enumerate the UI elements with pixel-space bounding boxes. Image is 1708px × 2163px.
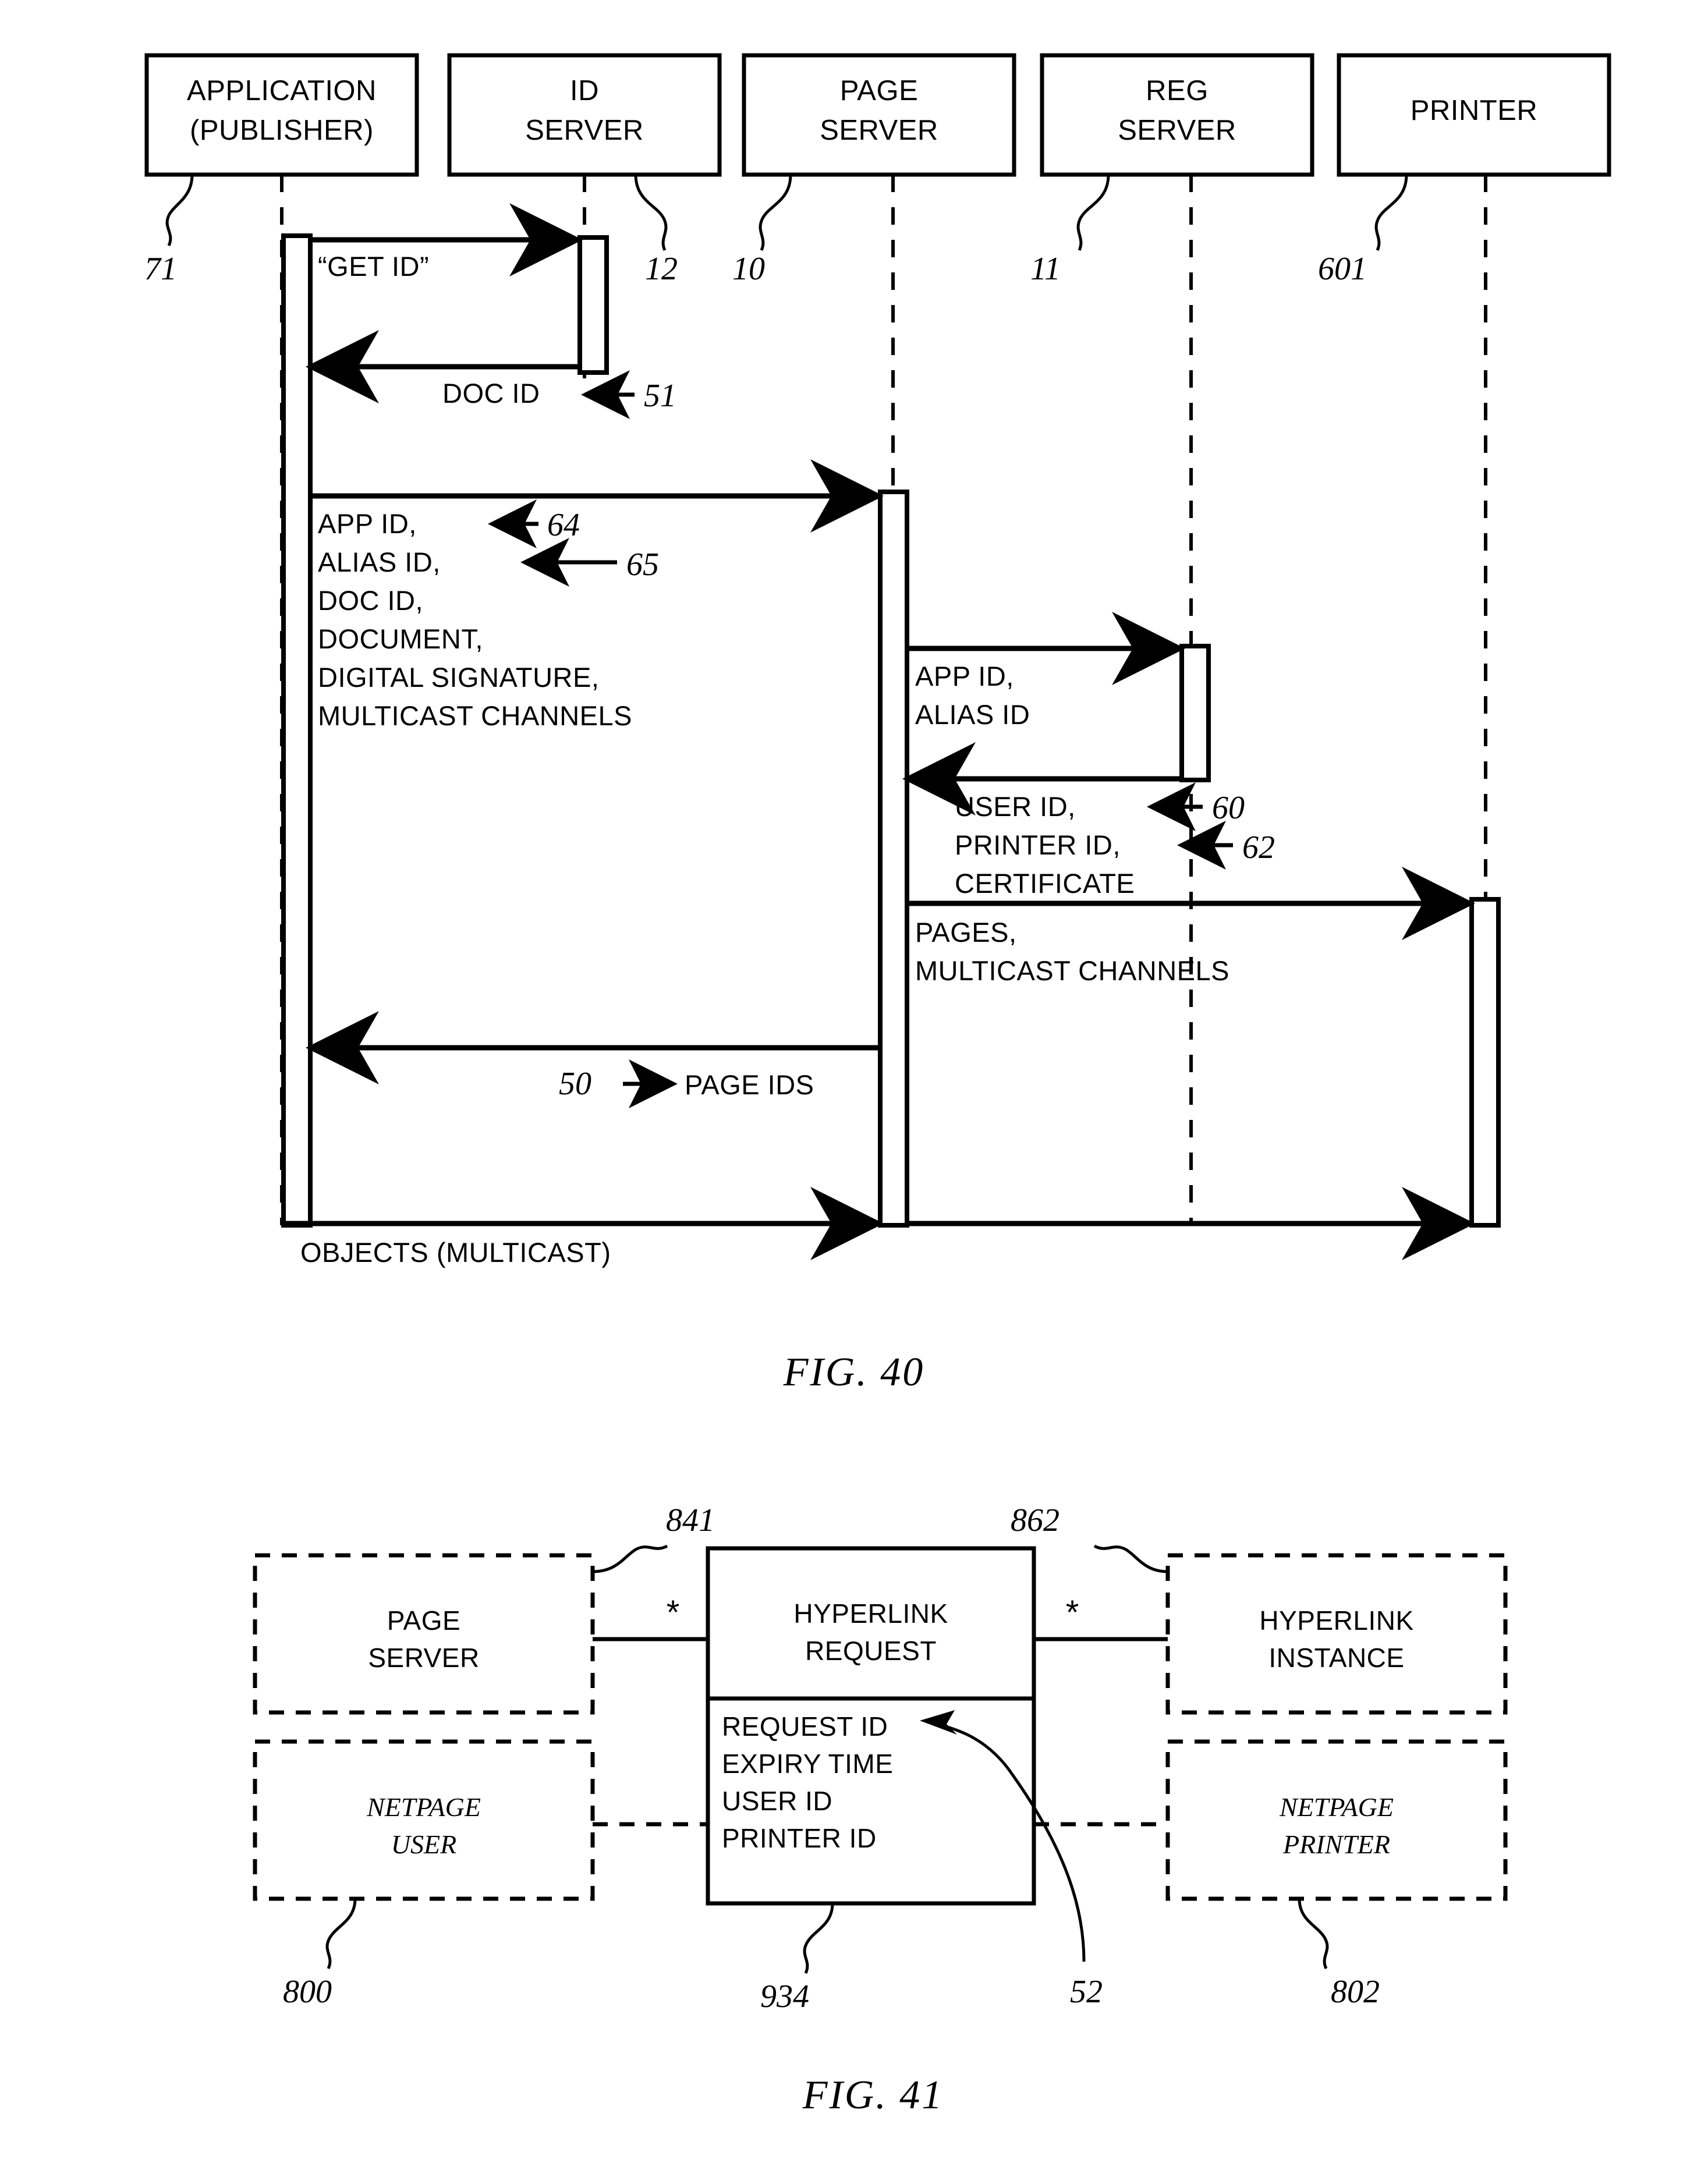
participant-label-id-server-line1: ID	[570, 75, 599, 107]
fig41-multiplicity-right: *	[1066, 1594, 1079, 1632]
participant-label-page-server-line2: SERVER	[820, 115, 938, 146]
participant-label-printer: PRINTER	[1411, 95, 1538, 126]
fig41-leader-ref-862	[1093, 1544, 1168, 1573]
ref-numeral-64: 64	[547, 507, 580, 543]
fig41-label-hyperlink-request-line1: HYPERLINK	[793, 1598, 948, 1629]
fig41-ref-numeral-800: 800	[283, 1974, 332, 2010]
ref-numeral-71: 71	[144, 251, 177, 287]
fig41-leader-ref-934	[803, 1903, 834, 1974]
message-label-publish-line2: ALIAS ID,	[318, 547, 441, 577]
message-label-publish-line4: DOCUMENT,	[318, 623, 483, 654]
participant-label-application-line1: APPLICATION	[187, 75, 377, 107]
message-lookup: APP ID, ALIAS ID	[907, 612, 1185, 730]
message-lookup-reply: USER ID, PRINTER ID, CERTIFICATE 60 62	[902, 742, 1275, 899]
activation-bar-printer	[1469, 897, 1501, 1228]
participant-label-page-server-line1: PAGE	[840, 75, 919, 107]
message-publish: APP ID, ALIAS ID, DOC ID, DOCUMENT, DIGI…	[310, 459, 884, 731]
fig41-label-page-server-line2: SERVER	[368, 1643, 479, 1673]
leader-ref-12	[634, 174, 668, 251]
message-label-pages-line1: PAGES,	[915, 917, 1017, 948]
ref-numeral-10: 10	[732, 251, 765, 287]
fig41-attribute-user-id: USER ID	[722, 1786, 832, 1816]
fig41-attribute-request-id: REQUEST ID	[722, 1711, 888, 1742]
fig40-and-fig41-drawing: APPLICATION (PUBLISHER) ID SERVER PAGE S…	[144, 53, 1611, 2118]
fig41-ref-numeral-862: 862	[1011, 1502, 1059, 1538]
fig41-label-netpage-user-line1: NETPAGE	[366, 1792, 481, 1822]
message-label-doc-id: DOC ID	[442, 378, 540, 409]
message-label-objects-multicast: OBJECTS (MULTICAST)	[300, 1237, 611, 1268]
message-label-reply-line1: USER ID,	[955, 791, 1076, 822]
message-page-ids: 50 PAGE IDS	[306, 1011, 880, 1108]
fig41-label-hyperlink-request-line2: REQUEST	[805, 1636, 937, 1666]
participant-label-application-line2: (PUBLISHER)	[190, 115, 374, 146]
activation-bar-page-server	[878, 490, 909, 1228]
fig41-label-page-server-line1: PAGE	[387, 1605, 460, 1636]
activation-bar-application	[281, 233, 313, 1228]
ref-numeral-12: 12	[645, 251, 678, 287]
fig41-attribute-expiry-time: EXPIRY TIME	[722, 1749, 893, 1779]
fig41-ref-numeral-841: 841	[666, 1502, 715, 1538]
fig41-leader-ref-802	[1298, 1898, 1329, 1970]
activation-bar-id-server	[577, 235, 609, 375]
fig41-multiplicity-left: *	[667, 1594, 680, 1632]
message-label-reply-line3: CERTIFICATE	[955, 868, 1135, 899]
fig41-label-netpage-printer-line1: NETPAGE	[1279, 1792, 1394, 1822]
message-label-publish-line3: DOC ID,	[318, 585, 423, 616]
message-label-page-ids: PAGE IDS	[685, 1069, 814, 1100]
activation-bar-reg-server	[1179, 644, 1211, 782]
ref-numeral-60: 60	[1212, 790, 1245, 826]
figure-caption-40: FIG. 40	[783, 1350, 925, 1395]
message-pages: PAGES, MULTICAST CHANNELS	[907, 867, 1475, 986]
message-get-id: “GET ID”	[310, 203, 583, 282]
ref-numeral-65: 65	[626, 547, 659, 583]
fig41-label-netpage-printer-line2: PRINTER	[1282, 1829, 1390, 1859]
leader-ref-601	[1374, 174, 1408, 251]
fig41-label-netpage-user-line2: USER	[391, 1829, 456, 1859]
fig41-ref-numeral-52: 52	[1070, 1974, 1103, 2010]
fig41-attribute-printer-id: PRINTER ID	[722, 1823, 877, 1853]
figure-caption-41: FIG. 41	[802, 2073, 944, 2118]
leader-ref-11	[1076, 174, 1110, 251]
message-label-get-id: “GET ID”	[318, 251, 429, 282]
fig41-ref-numeral-802: 802	[1331, 1974, 1380, 2010]
ref-numeral-11: 11	[1030, 251, 1061, 287]
participant-label-reg-server-line1: REG	[1146, 75, 1209, 107]
fig41-leader-ref-841	[592, 1544, 668, 1573]
message-label-publish-line6: MULTICAST CHANNELS	[318, 700, 632, 731]
ref-numeral-62: 62	[1242, 829, 1275, 866]
message-label-lookup-line2: ALIAS ID	[915, 699, 1030, 730]
participant-label-id-server-line2: SERVER	[525, 115, 644, 146]
participant-label-reg-server-line2: SERVER	[1118, 115, 1236, 146]
message-label-publish-line5: DIGITAL SIGNATURE,	[318, 662, 599, 693]
ref-numeral-51: 51	[644, 378, 676, 414]
leader-ref-71	[165, 174, 194, 247]
message-label-lookup-line1: APP ID,	[915, 661, 1014, 692]
fig41-leader-ref-800	[325, 1898, 357, 1970]
message-doc-id: DOC ID 51	[306, 330, 676, 419]
message-label-publish-line1: APP ID,	[318, 508, 417, 539]
ref-numeral-601: 601	[1318, 251, 1367, 287]
fig41-label-hyperlink-instance-line2: INSTANCE	[1268, 1643, 1404, 1673]
message-objects-multicast: OBJECTS (MULTICAST)	[284, 1187, 1475, 1268]
fig41-label-hyperlink-instance-line1: HYPERLINK	[1259, 1605, 1413, 1636]
patent-figure-sheet: APPLICATION (PUBLISHER) ID SERVER PAGE S…	[0, 0, 1708, 2163]
message-label-reply-line2: PRINTER ID,	[955, 829, 1121, 860]
message-label-pages-line2: MULTICAST CHANNELS	[915, 955, 1229, 986]
leader-ref-10	[759, 174, 792, 251]
fig41-ref-numeral-934: 934	[760, 1978, 809, 2015]
ref-numeral-50: 50	[559, 1066, 591, 1102]
